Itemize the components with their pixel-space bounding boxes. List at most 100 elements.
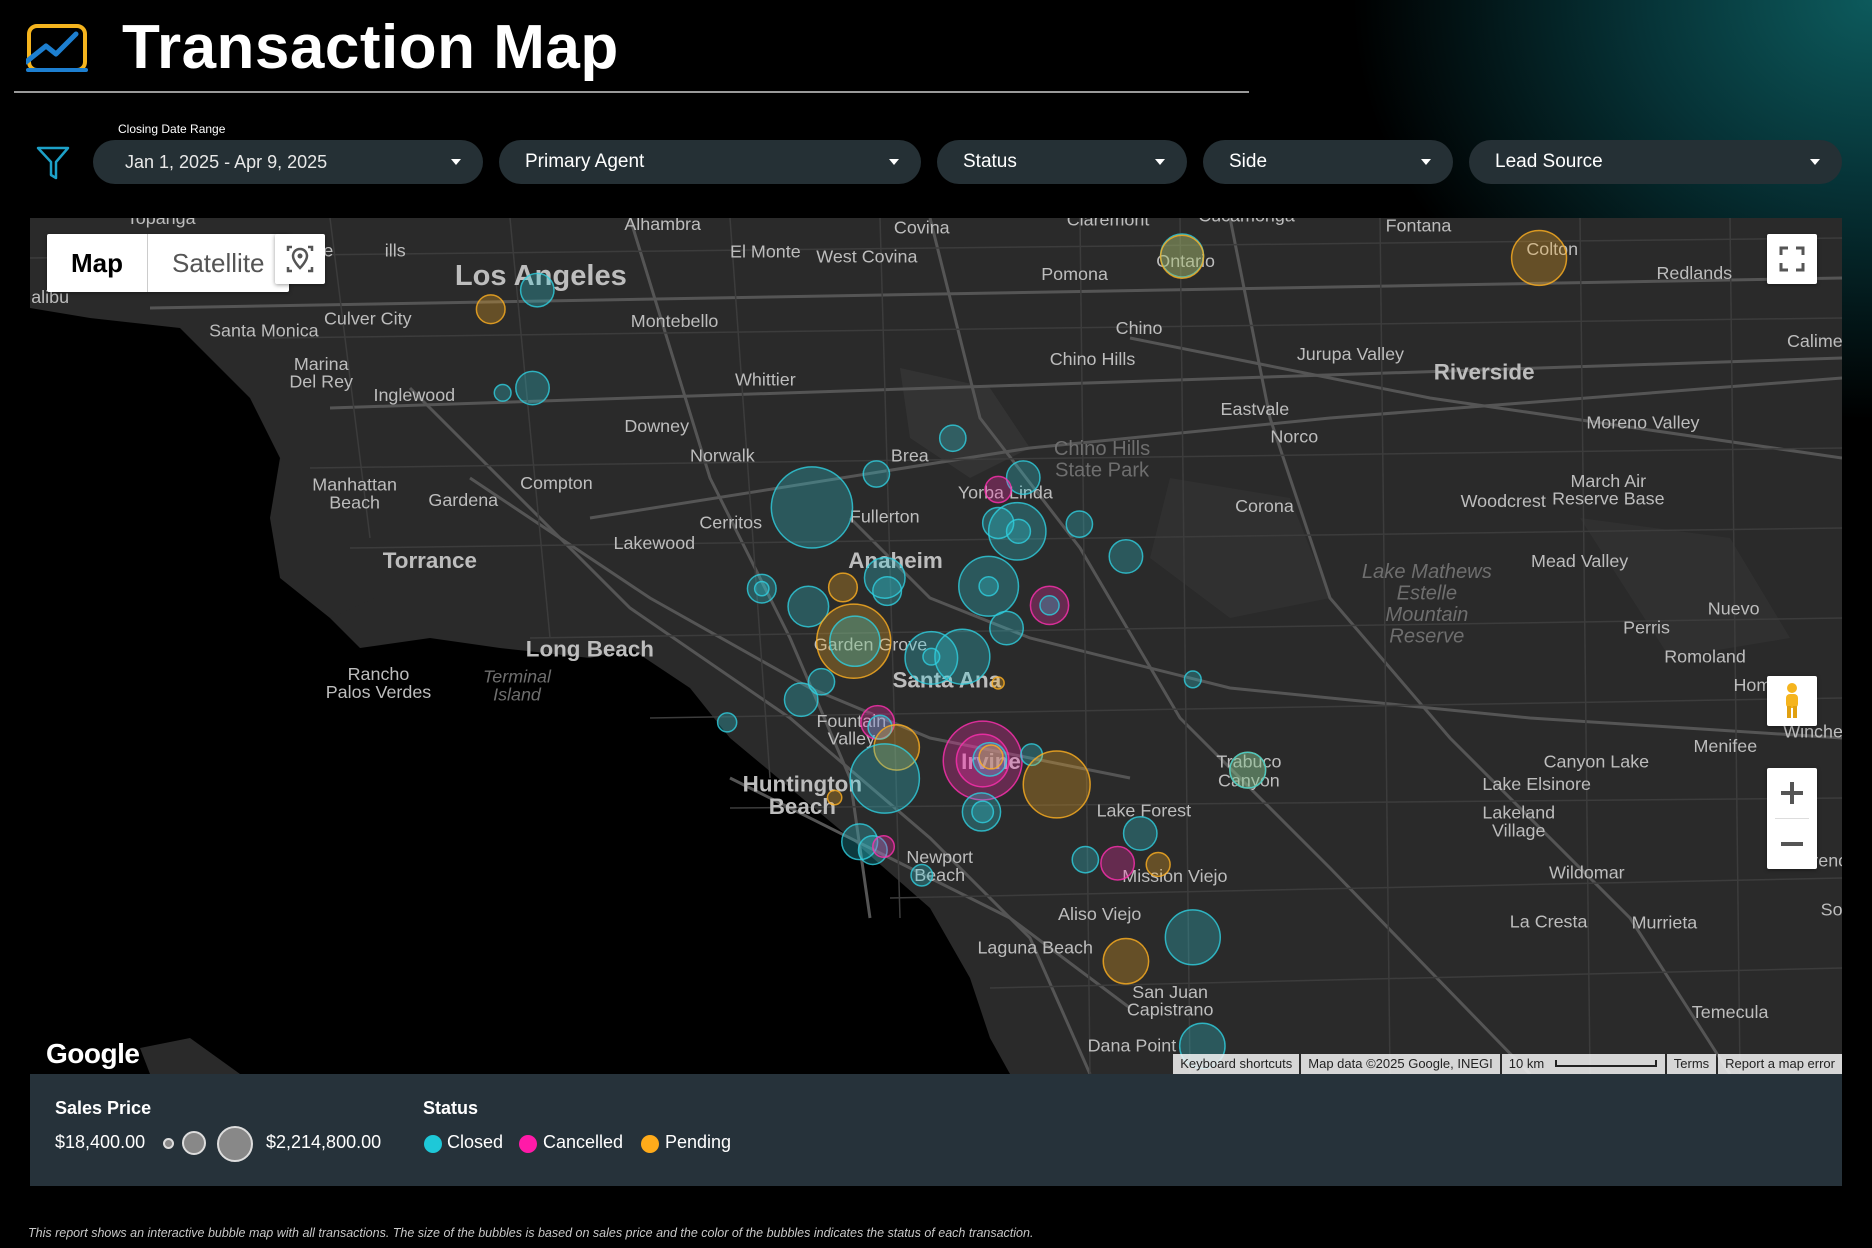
transaction-bubble-pending[interactable]: [991, 676, 1005, 690]
transaction-bubble-closed[interactable]: [938, 424, 967, 453]
place-label: Claremont: [1067, 218, 1150, 229]
fullscreen-button[interactable]: [1767, 234, 1817, 284]
transaction-bubble-closed[interactable]: [971, 800, 995, 824]
transaction-map[interactable]: Los AngelesAlhambraCovinaClaremontCucamo…: [30, 218, 1842, 1074]
map-type-map-button[interactable]: Map: [47, 234, 147, 292]
primary-agent-dropdown[interactable]: Primary Agent: [499, 140, 921, 184]
transaction-bubble-cancelled[interactable]: [1100, 845, 1136, 881]
transaction-bubble-closed[interactable]: [934, 628, 991, 685]
place-label: Reserve: [1389, 626, 1464, 648]
side-dropdown[interactable]: Side: [1203, 140, 1453, 184]
transaction-bubble-closed[interactable]: [872, 575, 903, 607]
location-button[interactable]: [275, 234, 325, 284]
place-label: Gardena: [428, 490, 498, 510]
analytics-logo-icon: [26, 24, 88, 72]
sales-price-legend-title: Sales Price: [55, 1098, 152, 1118]
keyboard-shortcuts-link[interactable]: Keyboard shortcuts: [1173, 1054, 1300, 1074]
date-range-dropdown[interactable]: Jan 1, 2025 - Apr 9, 2025: [93, 140, 483, 184]
scale-label: 10 km: [1508, 1056, 1545, 1071]
transaction-bubble-closed[interactable]: [910, 863, 934, 887]
transaction-bubble-closed[interactable]: [978, 575, 999, 597]
transaction-bubble-closed[interactable]: [1108, 538, 1144, 574]
place-label: Eastvale: [1221, 399, 1290, 419]
place-label: Nuevo: [1708, 599, 1760, 619]
transaction-bubble-closed[interactable]: [753, 580, 770, 597]
primary-agent-label: Primary Agent: [525, 151, 645, 172]
transaction-bubble-pending[interactable]: [1159, 234, 1205, 279]
transaction-bubble-cancelled[interactable]: [872, 835, 896, 859]
transaction-bubble-closed[interactable]: [849, 743, 921, 814]
status-label: Status: [963, 151, 1017, 172]
transaction-bubble-pending[interactable]: [1145, 851, 1171, 878]
transaction-bubble-pending[interactable]: [826, 789, 843, 806]
transaction-bubble-pending[interactable]: [827, 572, 859, 603]
zoom-in-button[interactable]: [1767, 768, 1817, 818]
place-label: Perris: [1623, 618, 1670, 638]
place-label: Canyon Lake: [1544, 751, 1650, 771]
place-label: State Park: [1055, 460, 1150, 482]
sales-price-min: $18,400.00: [55, 1132, 146, 1152]
header-divider: [14, 91, 1249, 93]
transaction-bubble-pending[interactable]: [978, 744, 1004, 770]
transaction-bubble-closed[interactable]: [989, 610, 1025, 646]
transaction-bubble-closed[interactable]: [1183, 670, 1202, 689]
place-label: Alhambra: [624, 218, 701, 234]
transaction-bubble-closed[interactable]: [1229, 751, 1267, 789]
place-label: La Cresta: [1510, 911, 1588, 931]
transaction-bubble-closed[interactable]: [519, 272, 555, 308]
transaction-bubble-closed[interactable]: [1065, 510, 1094, 539]
transaction-bubble-closed[interactable]: [1122, 815, 1158, 851]
place-label: Topanga: [127, 218, 196, 228]
size-large-circle-icon: [217, 1126, 253, 1162]
transaction-bubble-closed[interactable]: [922, 647, 941, 666]
map-canvas[interactable]: Los AngelesAlhambraCovinaClaremontCucamo…: [30, 218, 1842, 1074]
transaction-bubble-closed[interactable]: [1071, 845, 1100, 874]
pending-label: Pending: [665, 1132, 732, 1152]
lead-source-dropdown[interactable]: Lead Source: [1469, 140, 1842, 184]
place-label: Santa Monica: [209, 320, 319, 340]
side-label: Side: [1229, 151, 1268, 172]
transaction-bubble-pending[interactable]: [1102, 937, 1150, 985]
date-range-value: Jan 1, 2025 - Apr 9, 2025: [125, 152, 328, 172]
transaction-bubble-closed[interactable]: [1039, 595, 1060, 616]
place-label: Beach: [769, 794, 836, 819]
transaction-bubble-closed[interactable]: [770, 466, 854, 549]
map-type-satellite-button[interactable]: Satellite: [148, 234, 289, 292]
transaction-bubble-pending[interactable]: [1022, 750, 1091, 819]
terms-link[interactable]: Terms: [1666, 1054, 1717, 1074]
place-label: So: [1821, 899, 1842, 919]
map-type-control[interactable]: Map Satellite: [47, 234, 289, 292]
map-data-credit: Map data ©2025 Google, INEGI: [1301, 1054, 1500, 1074]
transaction-bubble-closed[interactable]: [862, 460, 891, 488]
place-label: Huntington: [743, 771, 862, 796]
place-label: Lake Mathews: [1362, 561, 1492, 583]
transaction-bubble-closed[interactable]: [829, 615, 881, 668]
street-view-pegman[interactable]: [1767, 676, 1817, 726]
place-label: Laguna Beach: [977, 938, 1093, 958]
transaction-bubble-closed[interactable]: [1005, 518, 1032, 545]
transaction-bubble-pending[interactable]: [1510, 229, 1568, 287]
place-label: ills: [385, 240, 406, 260]
fullscreen-icon: [1779, 246, 1805, 272]
transaction-bubble-closed[interactable]: [515, 370, 550, 406]
place-label: Inglewood: [373, 385, 455, 405]
transaction-bubble-closed[interactable]: [493, 383, 512, 402]
zoom-control[interactable]: [1767, 768, 1817, 869]
transaction-bubble-pending[interactable]: [475, 294, 506, 325]
place-label: Romoland: [1664, 646, 1746, 666]
plus-icon: [1781, 782, 1803, 804]
zoom-out-button[interactable]: [1767, 819, 1817, 869]
transaction-bubble-closed[interactable]: [716, 712, 738, 733]
place-label: Culver City: [324, 308, 412, 328]
status-dropdown[interactable]: Status: [937, 140, 1187, 184]
transaction-bubble-cancelled[interactable]: [984, 475, 1013, 504]
report-header: Transaction Map: [0, 0, 1260, 94]
transaction-bubble-closed[interactable]: [1164, 909, 1222, 966]
date-range-label: Closing Date Range: [118, 122, 226, 136]
report-map-error-link[interactable]: Report a map error: [1718, 1054, 1842, 1074]
place-label: West Covina: [816, 246, 917, 266]
transaction-bubble-closed[interactable]: [783, 682, 819, 718]
place-label: Wildomar: [1549, 862, 1625, 882]
place-label: Chino: [1116, 318, 1163, 338]
scale-bar: 10 km: [1501, 1054, 1665, 1074]
